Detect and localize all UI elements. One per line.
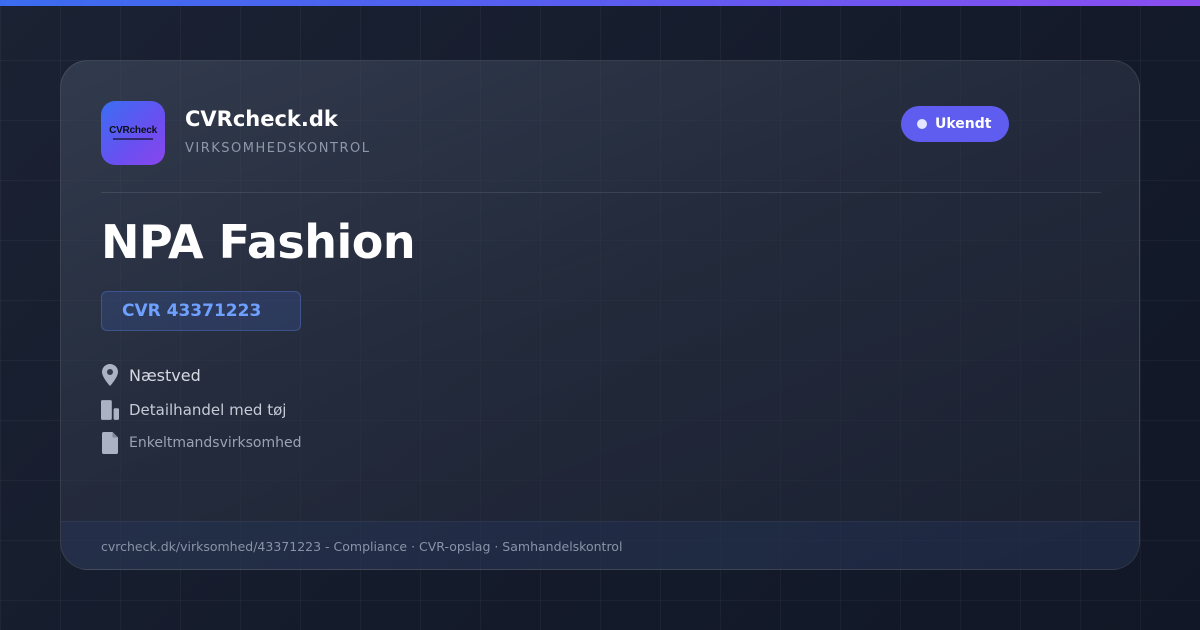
cvr-badge: CVR 43371223 <box>101 291 301 331</box>
brand-logo: CVRcheck <box>101 101 165 165</box>
footer-text: cvrcheck.dk/virksomhed/43371223 - Compli… <box>101 539 623 554</box>
header-divider <box>101 192 1101 193</box>
brand-subtitle: VIRKSOMHEDSKONTROL <box>185 141 371 156</box>
info-row-industry: Detailhandel med tøj <box>101 399 286 421</box>
info-row-location: Næstved <box>101 364 201 386</box>
top-accent-bar <box>0 0 1200 6</box>
document-icon <box>101 432 119 454</box>
logo-mark: CVRcheck <box>108 124 158 142</box>
location-pin-icon <box>101 364 119 386</box>
logo-underline <box>113 138 153 140</box>
status-dot-icon <box>917 119 927 129</box>
status-badge: Ukendt <box>901 106 1010 142</box>
cvr-number: CVR 43371223 <box>122 301 262 321</box>
company-name: NPA Fashion <box>101 215 416 269</box>
company-card: CVRcheck CVRcheck.dk VIRKSOMHEDSKONTROL … <box>60 60 1140 570</box>
location-text: Næstved <box>129 365 201 385</box>
status-label: Ukendt <box>935 116 992 132</box>
card-footer: cvrcheck.dk/virksomhed/43371223 - Compli… <box>61 521 1139 569</box>
industry-text: Detailhandel med tøj <box>129 401 287 419</box>
company-type-text: Enkeltmandsvirksomhed <box>129 435 302 451</box>
info-row-company-type: Enkeltmandsvirksomhed <box>101 432 302 454</box>
logo-text: CVRcheck <box>109 125 157 136</box>
brand-name: CVRcheck.dk <box>185 107 338 131</box>
building-icon <box>101 399 119 421</box>
